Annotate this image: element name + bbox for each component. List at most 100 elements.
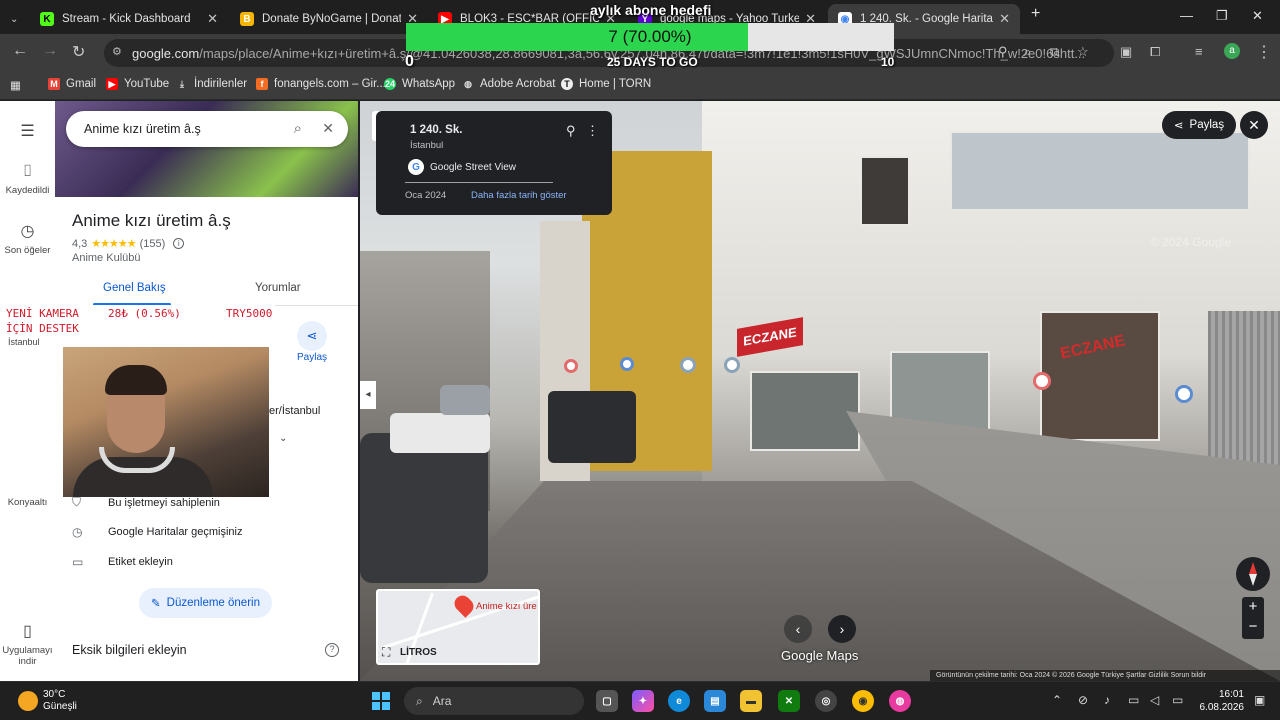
tray-app-icon[interactable]: ⊘ <box>1078 693 1088 707</box>
share-button[interactable]: ⋖ <box>297 321 327 351</box>
maps-history-row[interactable]: ◷ Google Haritalar geçmişiniz <box>72 525 243 539</box>
close-icon[interactable]: ✕ <box>322 120 334 137</box>
next-arrow-button[interactable]: › <box>828 615 856 643</box>
mini-map-layers[interactable]: LİTROS <box>400 647 437 658</box>
new-tab-button[interactable]: + <box>1031 5 1040 23</box>
bookmark-youtube[interactable]: ▶ YouTube <box>106 78 169 90</box>
fullscreen-icon[interactable]: ⛶ <box>382 645 390 660</box>
extensions-puzzle-icon[interactable]: ⧠ <box>1150 44 1160 60</box>
close-window-button[interactable]: ✕ <box>1252 8 1263 24</box>
app-icon[interactable]: ◍ <box>889 690 911 712</box>
task-view-icon[interactable]: ▢ <box>596 690 618 712</box>
start-button[interactable] <box>372 692 390 710</box>
saved-button[interactable]: ⌷ Kaydedildi <box>0 163 55 196</box>
collapse-panel-button[interactable]: ◂ <box>360 381 376 409</box>
compass-needle-icon <box>1249 562 1257 586</box>
minimize-button[interactable]: — <box>1180 8 1193 23</box>
chevron-down-icon[interactable]: ⌄ <box>279 433 287 444</box>
tab-search-dropdown[interactable]: ⌄ <box>0 4 20 34</box>
goal-min: 0 <box>405 53 414 70</box>
recent-button[interactable]: ◷ Son öğeler <box>0 221 55 256</box>
location-icon[interactable]: ⚲ <box>998 44 1008 60</box>
file-explorer-icon[interactable]: ▬ <box>740 690 762 712</box>
place-marker[interactable] <box>1033 372 1051 390</box>
site-info-icon[interactable]: ⚙ <box>112 45 122 58</box>
add-label-row[interactable]: ▭ Etiket ekleyin <box>72 555 173 569</box>
more-options-icon[interactable]: ⋮ <box>586 123 599 139</box>
more-dates-link[interactable]: Daha fazla tarih göster <box>471 190 567 201</box>
download-app-button[interactable]: ▯ Uygulamayı indir <box>0 621 55 667</box>
place-category[interactable]: Anime Kulübü <box>72 252 141 264</box>
address-text[interactable]: er/İstanbul <box>269 405 320 417</box>
close-tab-icon[interactable]: ✕ <box>207 11 218 27</box>
location-pin-icon[interactable]: ⚲ <box>566 123 576 139</box>
tab-overview[interactable]: Genel Bakış <box>103 282 166 294</box>
open-in-app-icon[interactable]: ⧉ <box>1050 44 1059 60</box>
forward-icon[interactable]: → <box>42 42 58 60</box>
phone-icon: ▯ <box>23 623 32 640</box>
store-icon[interactable]: ▤ <box>704 690 726 712</box>
clock[interactable]: 16:01 6.08.2026 <box>1198 688 1245 714</box>
menu-button[interactable]: ☰ <box>0 121 55 145</box>
edge-icon[interactable]: e <box>668 690 690 712</box>
recent-place-konyaalti[interactable]: Konyaaltı <box>0 497 55 508</box>
webcam-overlay <box>63 347 269 497</box>
reload-icon[interactable]: ↻ <box>72 42 85 62</box>
search-box[interactable]: Anime kızı üretim â.ş ⌕ ✕ <box>66 111 348 147</box>
bookmark-torn[interactable]: T Home | TORN <box>561 78 651 90</box>
bookmark-adobe[interactable]: ◍ Adobe Acrobat <box>462 78 555 90</box>
search-input[interactable]: Anime kızı üretim â.ş <box>84 122 201 136</box>
zoom-control[interactable]: + − <box>1242 597 1264 639</box>
claim-business-row[interactable]: ⛉ Bu işletmeyi sahiplenin <box>72 495 220 510</box>
menu-icon[interactable]: ⋮ <box>1256 42 1272 62</box>
media-control-icon[interactable]: ≡ <box>1195 44 1203 59</box>
bookmark-fonangels[interactable]: f fonangels.com – Gir... <box>256 78 386 90</box>
bookmark-gmail[interactable]: M Gmail <box>48 78 96 90</box>
zoom-in-button[interactable]: + <box>1242 597 1264 617</box>
bookmark-star-icon[interactable]: ☆ <box>1077 44 1089 60</box>
place-marker[interactable] <box>680 357 696 373</box>
mini-map[interactable]: Anime kızı üre ⛶ LİTROS <box>376 589 540 665</box>
street-view-share-button[interactable]: ⋖ Paylaş <box>1162 111 1236 139</box>
microphone-icon[interactable]: ♪ <box>1104 693 1110 707</box>
bookmark-downloads[interactable]: ⤓ İndirilenler <box>176 78 247 90</box>
place-marker[interactable] <box>564 359 578 373</box>
map-pin-icon <box>451 592 477 618</box>
bookmark-whatsapp[interactable]: 24 WhatsApp <box>384 78 455 90</box>
place-marker[interactable] <box>1175 385 1193 403</box>
back-icon[interactable]: ← <box>12 42 28 60</box>
notification-icon[interactable]: ▣ <box>1254 693 1265 707</box>
info-icon[interactable]: i <box>173 238 185 249</box>
network-icon[interactable]: ▭ <box>1128 693 1139 707</box>
hamburger-icon: ☰ <box>20 123 35 140</box>
place-marker[interactable] <box>724 357 740 373</box>
compass-button[interactable] <box>1236 557 1270 591</box>
copilot-icon[interactable]: ✦ <box>632 690 654 712</box>
apps-grid-icon[interactable]: ▦ <box>10 78 21 92</box>
street-view-canvas[interactable]: ECZANE ECZANE © 2024 Google ⌨ ⌄ 1 240. S… <box>360 101 1280 681</box>
tab-kick-dashboard[interactable]: K Stream - Kick Dashboard ✕ <box>30 4 228 34</box>
car-white <box>390 413 490 453</box>
obs-icon[interactable]: ◎ <box>815 690 837 712</box>
tray-chevron-icon[interactable]: ⌃ <box>1052 693 1062 707</box>
xbox-icon[interactable]: ✕ <box>778 690 800 712</box>
help-icon[interactable]: ? <box>325 643 339 657</box>
profile-avatar[interactable]: a <box>1224 43 1240 59</box>
place-rating[interactable]: 4,3 ★★★★★ (155) i <box>72 237 185 250</box>
battery-icon[interactable]: ▭ <box>1172 693 1183 707</box>
place-marker[interactable] <box>620 357 634 371</box>
zoom-icon[interactable]: ⌕ <box>1024 44 1031 60</box>
close-street-view-button[interactable]: ✕ <box>1240 111 1268 139</box>
extension-icon[interactable]: ▣ <box>1120 44 1132 60</box>
volume-icon[interactable]: ◁ <box>1150 693 1159 707</box>
taskbar-search[interactable]: ⌕ Ara <box>404 687 584 715</box>
search-icon[interactable]: ⌕ <box>294 120 302 137</box>
previous-arrow-button[interactable]: ‹ <box>784 615 812 643</box>
close-tab-icon[interactable]: ✕ <box>999 11 1010 27</box>
maximize-button[interactable]: ❐ <box>1216 8 1228 24</box>
suggest-edit-button[interactable]: ✎ Düzenleme önerin <box>139 588 272 618</box>
tab-reviews[interactable]: Yorumlar <box>255 282 301 294</box>
tab-bynogame[interactable]: B Donate ByNoGame | Donations ✕ <box>230 4 428 34</box>
chrome-icon[interactable]: ◉ <box>852 690 874 712</box>
zoom-out-button[interactable]: − <box>1242 617 1264 637</box>
